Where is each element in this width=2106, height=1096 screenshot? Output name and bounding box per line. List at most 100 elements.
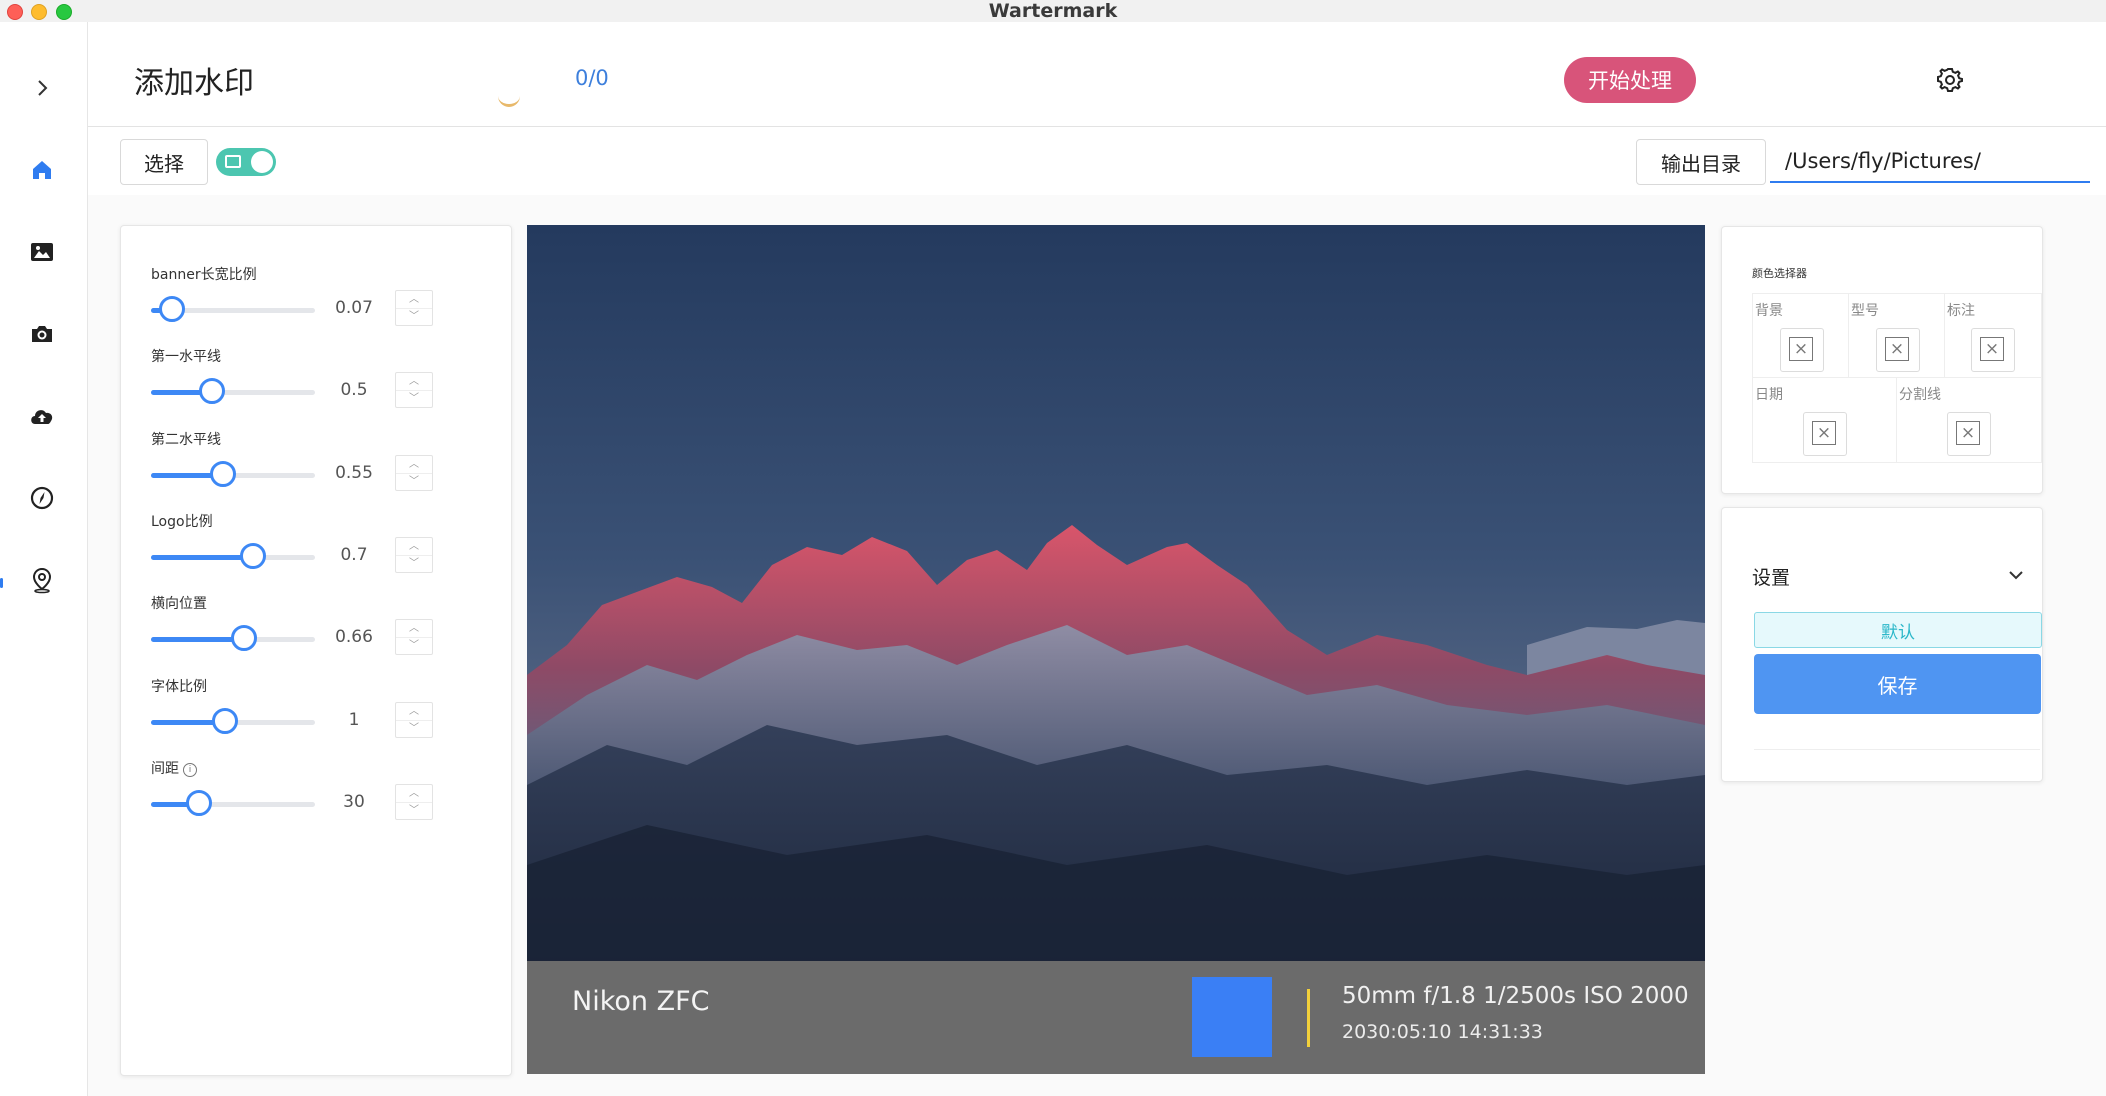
chevron-down-icon[interactable]: ﹀	[396, 555, 432, 572]
exif-date-text: 2030:05:10 14:31:33	[1342, 1021, 1543, 1043]
gear-icon[interactable]	[1934, 64, 1966, 96]
chevron-down-icon[interactable]: ﹀	[396, 390, 432, 407]
color-picker-title: 颜色选择器	[1752, 267, 1807, 280]
empty-color-icon: ×	[1980, 337, 2004, 361]
camera-brand-text: Nikon ZFC	[572, 986, 710, 1017]
home-icon[interactable]	[24, 152, 60, 188]
slider-value: 0.5	[340, 380, 368, 400]
side-nav	[0, 22, 88, 1096]
slider-thumb[interactable]	[185, 790, 212, 816]
empty-color-icon: ×	[1885, 337, 1909, 361]
date-color-swatch[interactable]: ×	[1803, 412, 1847, 456]
color-cell-background: 背景 ×	[1752, 293, 1849, 378]
output-directory-button[interactable]: 输出目录	[1636, 139, 1766, 185]
chevron-up-icon[interactable]: ︿	[396, 703, 432, 721]
color-label-background: 背景	[1755, 303, 1783, 319]
slider-row: 字体比例 1 ︿ ﹀	[121, 676, 511, 758]
slider-label-text: 横向位置	[151, 596, 207, 612]
chevron-up-icon[interactable]: ︿	[396, 456, 432, 474]
default-button[interactable]: 默认	[1754, 612, 2042, 648]
slider-label-text: banner长宽比例	[151, 267, 257, 283]
chevron-up-icon[interactable]: ︿	[396, 785, 432, 803]
color-picker-panel: 颜色选择器 背景 × 型号 × 标注 × 日期 × 分割线 ×	[1721, 226, 2043, 494]
window-title: Wartermark	[988, 0, 1118, 22]
slider-row: Logo比例 0.7 ︿ ﹀	[121, 511, 511, 593]
slider-track[interactable]	[151, 461, 315, 487]
background-color-swatch[interactable]: ×	[1780, 328, 1824, 372]
model-color-swatch[interactable]: ×	[1876, 328, 1920, 372]
image-icon[interactable]	[24, 234, 60, 270]
chevron-down-icon[interactable]: ﹀	[396, 720, 432, 737]
save-button[interactable]: 保存	[1754, 654, 2041, 714]
value-stepper: ︿ ﹀	[395, 372, 433, 408]
slider-track[interactable]	[151, 296, 315, 322]
chevron-down-icon[interactable]: ﹀	[396, 473, 432, 490]
mode-toggle[interactable]	[216, 148, 276, 176]
slider-thumb[interactable]	[198, 378, 225, 404]
chevron-up-icon[interactable]: ︿	[396, 620, 432, 638]
slider-value: 0.55	[335, 463, 373, 483]
value-stepper: ︿ ﹀	[395, 537, 433, 573]
value-stepper: ︿ ﹀	[395, 455, 433, 491]
expand-icon[interactable]	[24, 70, 60, 106]
location-icon[interactable]	[24, 562, 60, 598]
settings-title: 设置	[1752, 567, 1791, 589]
progress-counter: 0/0	[575, 66, 609, 90]
chevron-down-icon[interactable]: ﹀	[396, 308, 432, 325]
chevron-down-icon[interactable]: ﹀	[396, 637, 432, 654]
slider-row: 第一水平线 0.5 ︿ ﹀	[121, 346, 511, 428]
loading-spinner-icon	[498, 96, 520, 107]
output-path-input[interactable]: /Users/fly/Pictures/	[1770, 139, 2090, 183]
slider-label: 间距 i	[151, 758, 197, 778]
color-label-divider: 分割线	[1899, 387, 1941, 403]
settings-divider	[1754, 749, 2040, 750]
slider-label: 第一水平线	[151, 346, 221, 366]
value-stepper: ︿ ﹀	[395, 619, 433, 655]
chevron-up-icon[interactable]: ︿	[396, 291, 432, 309]
slider-thumb[interactable]	[211, 708, 238, 734]
select-button[interactable]: 选择	[120, 139, 208, 185]
color-cell-divider: 分割线 ×	[1896, 377, 2042, 463]
chevron-up-icon[interactable]: ︿	[396, 373, 432, 391]
logo-placeholder	[1192, 977, 1272, 1057]
chevron-down-icon[interactable]	[2008, 566, 2024, 585]
image-preview: Nikon ZFC 50mm f/1.8 1/2500s ISO 2000 20…	[527, 225, 1705, 1074]
slider-fill	[151, 555, 253, 560]
annotation-color-swatch[interactable]: ×	[1971, 328, 2015, 372]
slider-row: 横向位置 0.66 ︿ ﹀	[121, 593, 511, 675]
divider-color-swatch[interactable]: ×	[1947, 412, 1991, 456]
slider-label: banner长宽比例	[151, 264, 257, 284]
slider-track[interactable]	[151, 790, 315, 816]
start-processing-button[interactable]: 开始处理	[1564, 57, 1696, 103]
camera-icon[interactable]	[24, 316, 60, 352]
slider-thumb[interactable]	[159, 296, 186, 322]
color-label-model: 型号	[1851, 303, 1879, 319]
slider-track[interactable]	[151, 543, 315, 569]
slider-row: banner长宽比例 0.07 ︿ ﹀	[121, 264, 511, 346]
slider-label: 横向位置	[151, 593, 207, 613]
slider-value: 0.7	[340, 545, 368, 565]
cloud-upload-icon[interactable]	[24, 398, 60, 434]
chevron-up-icon[interactable]: ︿	[396, 538, 432, 556]
empty-color-icon: ×	[1812, 421, 1836, 445]
slider-track[interactable]	[151, 708, 315, 734]
watermark-banner: Nikon ZFC 50mm f/1.8 1/2500s ISO 2000 20…	[527, 961, 1705, 1074]
slider-thumb[interactable]	[210, 461, 237, 487]
slider-thumb[interactable]	[239, 543, 266, 569]
slider-track[interactable]	[151, 625, 315, 651]
chevron-down-icon[interactable]: ﹀	[396, 802, 432, 819]
slider-track[interactable]	[151, 378, 315, 404]
slider-thumb[interactable]	[231, 625, 258, 651]
slider-label-text: Logo比例	[151, 514, 213, 530]
value-stepper: ︿ ﹀	[395, 784, 433, 820]
banner-divider	[1307, 989, 1310, 1047]
slider-row: 第二水平线 0.55 ︿ ﹀	[121, 429, 511, 511]
slider-label: Logo比例	[151, 511, 213, 531]
compass-icon[interactable]	[24, 480, 60, 516]
toggle-knob	[251, 151, 273, 173]
info-icon[interactable]: i	[183, 763, 197, 777]
slider-value: 0.07	[335, 298, 373, 318]
slider-label: 字体比例	[151, 676, 207, 696]
value-stepper: ︿ ﹀	[395, 290, 433, 326]
slider-label-text: 字体比例	[151, 679, 207, 695]
